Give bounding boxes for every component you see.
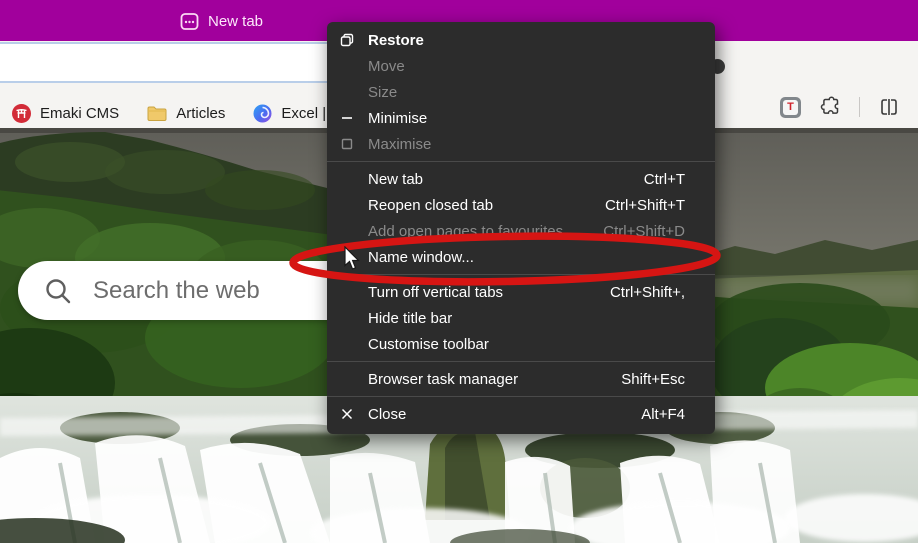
- menu-item-new-tab[interactable]: New tab Ctrl+T: [327, 166, 715, 192]
- menu-item-browser-task-manager[interactable]: Browser task manager Shift+Esc: [327, 366, 715, 392]
- search-magnifier-icon: [46, 278, 71, 303]
- menu-label: Move: [368, 57, 405, 75]
- bookmark-emaki-cms[interactable]: Emaki CMS: [12, 103, 120, 123]
- menu-label: Turn off vertical tabs: [368, 283, 504, 301]
- menu-separator: [327, 396, 715, 397]
- menu-item-maximise: Maximise: [327, 131, 715, 157]
- menu-item-customise-toolbar[interactable]: Customise toolbar: [327, 331, 715, 357]
- bookmarks-bar: Emaki CMS Articles Excel | Mi: [12, 98, 346, 128]
- active-tab-label: New tab: [208, 12, 264, 30]
- menu-item-turn-off-vertical-tabs[interactable]: Turn off vertical tabs Ctrl+Shift+,: [327, 279, 715, 305]
- menu-separator: [327, 274, 715, 275]
- menu-label: New tab: [368, 170, 424, 188]
- active-tab[interactable]: New tab: [180, 8, 263, 34]
- menu-item-minimise[interactable]: Minimise: [327, 105, 715, 131]
- t-extension-letter: T: [787, 101, 794, 113]
- microsoft-swirl-favicon: [253, 104, 272, 122]
- bookmark-articles[interactable]: Articles: [147, 105, 225, 122]
- menu-shortcut: Ctrl+T: [643, 170, 685, 188]
- menu-item-hide-title-bar[interactable]: Hide title bar: [327, 305, 715, 331]
- menu-shortcut: Ctrl+Shift+,: [609, 283, 685, 301]
- menu-label: Hide title bar: [368, 309, 453, 327]
- toolbar-right-icons: T: [780, 93, 900, 121]
- t-extension-icon[interactable]: T: [780, 96, 801, 118]
- menu-item-restore[interactable]: Restore: [327, 27, 715, 53]
- menu-label: Size: [368, 83, 398, 101]
- menu-item-close[interactable]: Close Alt+F4: [327, 401, 715, 427]
- menu-label: Name window...: [368, 248, 474, 266]
- restore-icon: [339, 32, 355, 48]
- menu-label: Restore: [368, 31, 424, 49]
- menu-label: Customise toolbar: [368, 335, 489, 353]
- minimize-icon: [339, 110, 355, 126]
- menu-label: Browser task manager: [368, 370, 519, 388]
- yellow-folder-favicon: [147, 106, 167, 121]
- maximize-icon: [339, 136, 355, 152]
- new-tab-page-icon: [180, 12, 199, 30]
- bookmark-label: Emaki CMS: [40, 104, 120, 122]
- menu-label: Close: [368, 405, 407, 423]
- extensions-puzzle-icon[interactable]: [819, 96, 841, 118]
- menu-label: Reopen closed tab: [368, 196, 494, 214]
- menu-shortcut: Alt+F4: [641, 405, 685, 423]
- torii-red-circle-favicon: [12, 103, 31, 123]
- menu-item-add-open-pages-to-favourites: Add open pages to favourites Ctrl+Shift+…: [327, 218, 715, 244]
- menu-label: Maximise: [368, 135, 432, 153]
- menu-shortcut: Ctrl+Shift+D: [603, 222, 685, 240]
- menu-label: Add open pages to favourites: [368, 222, 564, 240]
- menu-item-name-window[interactable]: Name window...: [327, 244, 715, 270]
- menu-item-reopen-closed-tab[interactable]: Reopen closed tab Ctrl+Shift+T: [327, 192, 715, 218]
- menu-shortcut: Shift+Esc: [621, 370, 685, 388]
- menu-separator: [327, 161, 715, 162]
- menu-separator: [327, 361, 715, 362]
- split-screen-icon[interactable]: [878, 97, 900, 117]
- menu-item-size: Size: [327, 79, 715, 105]
- menu-shortcut: Ctrl+Shift+T: [604, 196, 685, 214]
- bookmark-label: Articles: [176, 104, 226, 122]
- close-icon: [339, 406, 355, 422]
- window-context-menu: Restore Move Size Minimise Maximise New …: [327, 22, 715, 434]
- toolbar-divider: [859, 97, 860, 117]
- menu-item-move: Move: [327, 53, 715, 79]
- menu-label: Minimise: [368, 109, 428, 127]
